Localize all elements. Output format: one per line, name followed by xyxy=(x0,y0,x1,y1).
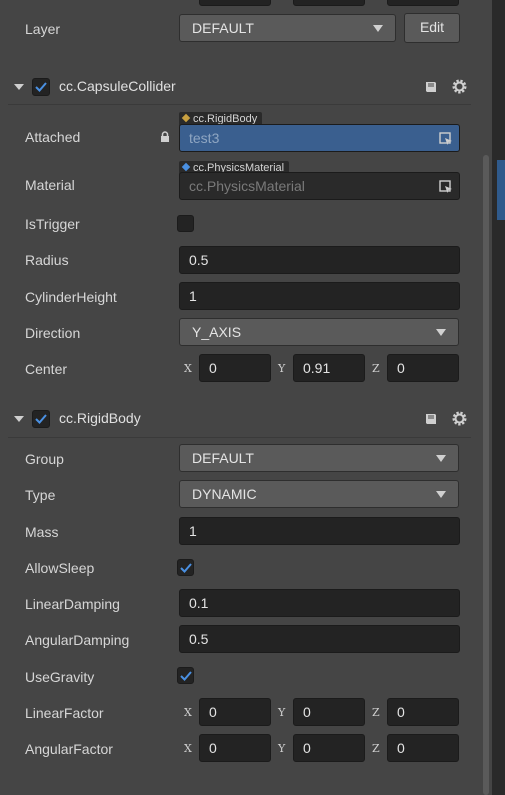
allow-sleep-checkbox[interactable] xyxy=(177,559,194,576)
layer-label: Layer xyxy=(25,21,61,37)
group-select-value: DEFAULT xyxy=(192,450,254,466)
axis-z-label: Z xyxy=(372,742,380,755)
linear-factor-label: LinearFactor xyxy=(25,705,104,721)
group-label: Group xyxy=(25,451,64,467)
axis-z-label: Z xyxy=(372,706,380,719)
radius-label: Radius xyxy=(25,252,69,268)
type-select-value: DYNAMIC xyxy=(192,486,257,502)
edit-button[interactable]: Edit xyxy=(404,13,460,43)
radius-input[interactable]: 0.5 xyxy=(179,246,460,274)
axis-y-label: Y xyxy=(278,742,286,755)
axis-z-label: Z xyxy=(372,362,380,375)
mass-label: Mass xyxy=(25,524,59,540)
direction-select[interactable]: Y_AXIS xyxy=(179,318,459,346)
mass-input[interactable]: 1 xyxy=(179,517,460,545)
linear-damping-input[interactable]: 0.1 xyxy=(179,589,460,617)
attached-field[interactable]: test3 xyxy=(179,124,460,152)
direction-label: Direction xyxy=(25,325,81,341)
use-gravity-label: UseGravity xyxy=(25,669,95,685)
axis-y-label: Y xyxy=(278,706,286,719)
layer-select-value: DEFAULT xyxy=(192,20,254,36)
capsule-title: cc.CapsuleCollider xyxy=(59,78,176,94)
chevron-down-icon xyxy=(373,25,383,32)
collapse-caret-icon[interactable] xyxy=(14,416,24,422)
material-field[interactable]: cc.PhysicsMaterial xyxy=(179,172,460,200)
is-trigger-checkbox[interactable] xyxy=(177,215,194,232)
side-accent xyxy=(497,160,505,220)
component-type-icon xyxy=(181,113,191,123)
group-select[interactable]: DEFAULT xyxy=(179,444,459,472)
angular-factor-y-input[interactable]: 0 xyxy=(293,734,365,762)
use-gravity-checkbox[interactable] xyxy=(177,667,194,684)
angular-factor-z-input[interactable]: 0 xyxy=(387,734,459,762)
direction-select-value: Y_AXIS xyxy=(192,324,242,340)
partial-input-1[interactable] xyxy=(199,0,271,6)
chevron-down-icon xyxy=(436,491,446,498)
material-label: Material xyxy=(25,177,75,193)
capsule-divider xyxy=(8,104,471,105)
type-label: Type xyxy=(25,487,56,503)
center-y-input[interactable]: 0.91 xyxy=(293,354,365,382)
center-x-input[interactable]: 0 xyxy=(199,354,271,382)
layer-select[interactable]: DEFAULT xyxy=(179,14,396,42)
collapse-caret-icon[interactable] xyxy=(14,84,24,90)
linear-damping-label: LinearDamping xyxy=(25,596,120,612)
inspector-panel: Layer DEFAULT Edit cc.CapsuleCollider At… xyxy=(0,0,482,795)
cylinder-height-label: CylinderHeight xyxy=(25,289,117,305)
type-select[interactable]: DYNAMIC xyxy=(179,480,459,508)
partial-input-2[interactable] xyxy=(293,0,365,6)
book-icon[interactable] xyxy=(423,79,439,95)
angular-factor-x-input[interactable]: 0 xyxy=(199,734,271,762)
axis-y-label: Y xyxy=(278,362,286,375)
lock-icon xyxy=(160,130,170,142)
capsule-enabled-checkbox[interactable] xyxy=(32,78,50,96)
side-strip xyxy=(492,0,505,795)
rigidbody-divider xyxy=(8,437,471,438)
cylinder-height-input[interactable]: 1 xyxy=(179,282,460,310)
linear-factor-y-input[interactable]: 0 xyxy=(293,698,365,726)
center-z-input[interactable]: 0 xyxy=(387,354,459,382)
axis-x-label: X xyxy=(184,742,192,755)
material-placeholder: cc.PhysicsMaterial xyxy=(189,178,305,194)
center-label: Center xyxy=(25,361,68,377)
allow-sleep-label: AllowSleep xyxy=(25,560,95,576)
rigidbody-title: cc.RigidBody xyxy=(59,410,141,426)
axis-x-label: X xyxy=(184,362,192,375)
is-trigger-label: IsTrigger xyxy=(25,216,80,232)
asset-type-icon xyxy=(181,162,191,172)
scrollbar-thumb[interactable] xyxy=(483,155,489,795)
gear-icon[interactable] xyxy=(451,78,468,95)
attached-label: Attached xyxy=(25,129,81,145)
object-picker-icon[interactable] xyxy=(439,132,453,146)
axis-x-label: X xyxy=(184,706,192,719)
attached-value: test3 xyxy=(189,130,220,146)
book-icon[interactable] xyxy=(423,411,439,427)
partial-input-3[interactable] xyxy=(387,0,459,6)
angular-factor-label: AngularFactor xyxy=(25,741,113,757)
angular-damping-label: AngularDamping xyxy=(25,632,130,648)
gear-icon[interactable] xyxy=(451,410,468,427)
chevron-down-icon xyxy=(436,455,446,462)
chevron-down-icon xyxy=(436,329,446,336)
angular-damping-input[interactable]: 0.5 xyxy=(179,625,460,653)
rigidbody-enabled-checkbox[interactable] xyxy=(32,410,50,428)
linear-factor-x-input[interactable]: 0 xyxy=(199,698,271,726)
linear-factor-z-input[interactable]: 0 xyxy=(387,698,459,726)
object-picker-icon[interactable] xyxy=(439,180,453,194)
